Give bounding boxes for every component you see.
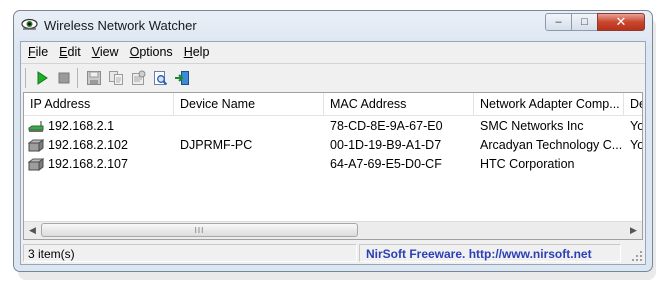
save-button[interactable] — [85, 69, 103, 87]
close-button[interactable]: ✕ — [597, 13, 645, 31]
list-header: IP Address Device Name MAC Address Netwo… — [24, 93, 642, 116]
scroll-left-icon: ◀ — [29, 225, 36, 235]
cell-ip: 192.168.2.107 — [48, 157, 128, 171]
minimize-icon: – — [555, 16, 562, 28]
cell-device-name — [174, 117, 324, 136]
properties-icon — [132, 70, 146, 85]
scrollbar-thumb[interactable]: III — [41, 223, 358, 237]
table-row[interactable]: 192.168.2.102 DJPRMF-PC 00-1D-19-B9-A1-D… — [24, 136, 642, 155]
cell-device-name: DJPRMF-PC — [180, 138, 253, 152]
cell-adapter-company: HTC Corporation — [480, 157, 575, 171]
close-icon: ✕ — [615, 14, 627, 29]
cell-device-name — [174, 155, 324, 174]
cell-ip: 192.168.2.1 — [48, 119, 115, 133]
cell-mac: 64-A7-69-E5-D0-CF — [330, 157, 442, 171]
copy-icon — [109, 71, 123, 85]
cell-device-info: You — [630, 119, 642, 133]
exit-icon — [175, 71, 189, 85]
cell-adapter-company: Arcadyan Technology C... — [480, 138, 623, 152]
column-header-device-info[interactable]: Dev — [624, 93, 642, 115]
status-bar: 3 item(s) NirSoft Freeware. http://www.n… — [21, 242, 645, 264]
exit-button[interactable] — [173, 69, 191, 87]
menu-view-label: iew — [99, 45, 119, 59]
scroll-right-button[interactable]: ▶ — [625, 222, 642, 239]
menu-help-label: elp — [192, 45, 210, 59]
scrollbar-grip: III — [194, 225, 205, 235]
cell-device-info: You — [630, 138, 642, 152]
table-row[interactable]: 192.168.2.1 78-CD-8E-9A-67-E0 SMC Networ… — [24, 117, 642, 136]
toolbar — [21, 63, 645, 92]
menu-options[interactable]: Options — [124, 45, 178, 59]
menu-file[interactable]: File — [22, 45, 53, 59]
device-list: IP Address Device Name MAC Address Netwo… — [23, 92, 643, 240]
save-icon — [87, 71, 101, 85]
horizontal-scrollbar[interactable]: ◀ III ▶ — [24, 221, 642, 239]
client-area: File Edit View Options Help IP Address D… — [20, 41, 646, 265]
menu-options-accel: O — [129, 45, 140, 59]
scroll-left-button[interactable]: ◀ — [24, 222, 41, 239]
minimize-button[interactable]: – — [545, 13, 572, 31]
menu-edit[interactable]: Edit — [53, 45, 86, 59]
column-header-ip[interactable]: IP Address — [24, 93, 174, 115]
status-item-count: 3 item(s) — [23, 244, 357, 262]
column-header-device-name[interactable]: Device Name — [174, 93, 324, 115]
cell-device-info — [624, 155, 642, 174]
find-icon — [154, 71, 168, 86]
scroll-right-icon: ▶ — [630, 225, 637, 235]
properties-button[interactable] — [129, 69, 147, 87]
menu-file-accel: F — [28, 45, 36, 59]
stop-icon — [58, 72, 70, 84]
toolbar-separator — [77, 68, 78, 88]
window-title: Wireless Network Watcher — [44, 18, 197, 33]
nirsoft-link[interactable]: NirSoft Freeware. http://www.nirsoft.net — [359, 244, 621, 262]
cell-ip: 192.168.2.102 — [48, 138, 128, 152]
play-icon — [37, 71, 48, 85]
maximize-icon: □ — [581, 16, 588, 28]
menu-bar: File Edit View Options Help — [21, 42, 646, 62]
table-row[interactable]: 192.168.2.107 64-A7-69-E5-D0-CF HTC Corp… — [24, 155, 642, 174]
menu-file-label: ile — [35, 45, 49, 59]
app-window: Wireless Network Watcher – □ ✕ File Edit… — [13, 10, 653, 272]
find-button[interactable] — [151, 69, 169, 87]
cell-mac: 00-1D-19-B9-A1-D7 — [330, 138, 442, 152]
copy-button[interactable] — [107, 69, 125, 87]
column-header-adapter-company[interactable]: Network Adapter Comp... — [474, 93, 624, 115]
toolbar-grip — [25, 68, 26, 88]
maximize-button[interactable]: □ — [571, 13, 598, 31]
menu-edit-accel: E — [59, 45, 68, 59]
stop-button[interactable] — [55, 69, 73, 87]
cell-adapter-company: SMC Networks Inc — [480, 119, 584, 133]
title-bar[interactable]: Wireless Network Watcher – □ ✕ — [14, 11, 652, 41]
menu-edit-label: dit — [67, 45, 81, 59]
menu-view[interactable]: View — [86, 45, 124, 59]
column-header-mac[interactable]: MAC Address — [324, 93, 474, 115]
menu-help-accel: H — [183, 45, 193, 59]
resize-grip-icon[interactable] — [631, 250, 643, 262]
menu-help[interactable]: Help — [178, 45, 215, 59]
start-button[interactable] — [33, 69, 51, 87]
menu-options-label: ptions — [139, 45, 173, 59]
menu-view-accel: V — [91, 45, 100, 59]
eye-icon — [21, 18, 38, 30]
cell-mac: 78-CD-8E-9A-67-E0 — [330, 119, 443, 133]
